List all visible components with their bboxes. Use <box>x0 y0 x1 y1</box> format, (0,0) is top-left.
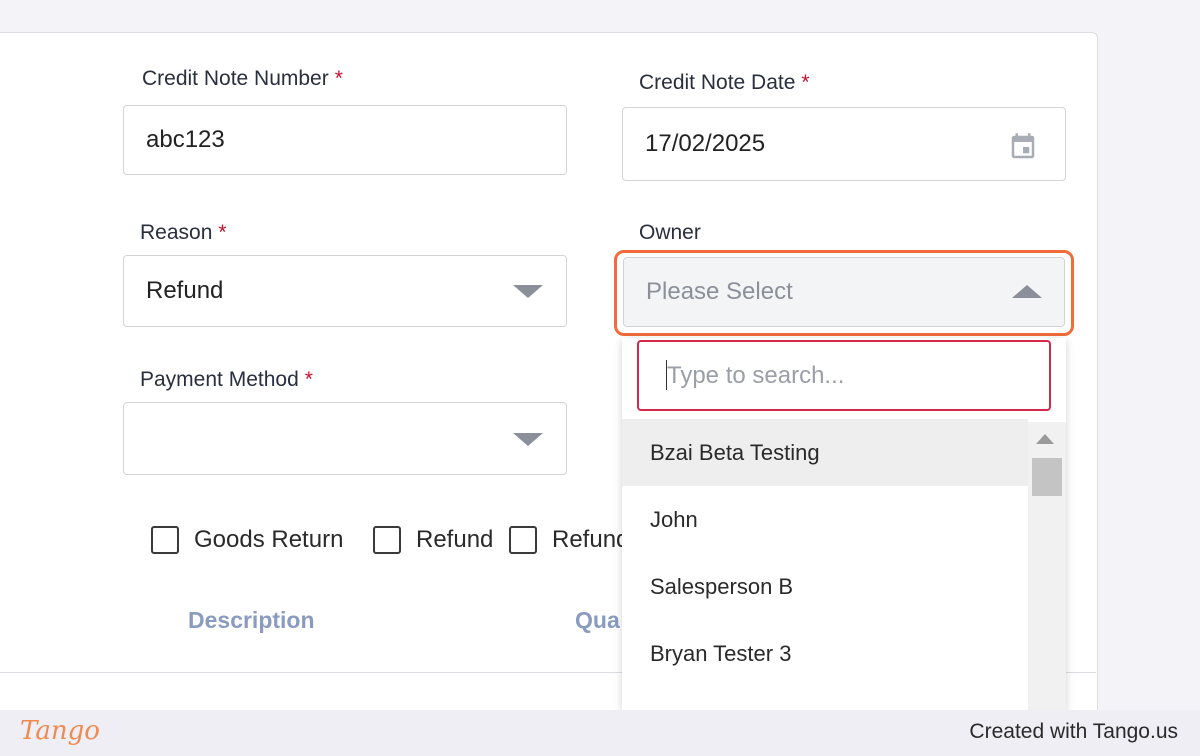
owner-select[interactable]: Please Select <box>623 257 1065 327</box>
goods-return-label: Goods Return <box>194 526 344 553</box>
refund-label-2: Refund <box>552 526 622 553</box>
reason-value: Refund <box>146 277 224 304</box>
credit-note-number-input[interactable]: abc123 <box>123 105 567 175</box>
owner-option[interactable]: Bryan Tester 3 <box>622 620 1028 687</box>
owner-option[interactable]: Bzai Beta Testing <box>622 419 1028 486</box>
owner-search-input[interactable]: Type to search... <box>637 340 1051 411</box>
reason-label: Reason * <box>140 221 227 245</box>
required-marker: * <box>334 67 343 90</box>
credit-note-number-value: abc123 <box>146 126 225 153</box>
owner-placeholder: Please Select <box>646 278 793 305</box>
column-header-description[interactable]: Description <box>188 607 315 634</box>
chevron-up-icon <box>1012 285 1042 298</box>
chevron-down-icon <box>513 433 543 446</box>
reason-select[interactable]: Refund <box>123 255 567 327</box>
credit-note-number-label: Credit Note Number * <box>142 67 343 91</box>
refund-checkbox-2[interactable] <box>509 526 537 554</box>
reason-label-text: Reason <box>140 221 213 244</box>
created-with-text: Created with Tango.us <box>969 720 1178 743</box>
calendar-icon[interactable] <box>1008 132 1038 162</box>
credit-note-number-label-text: Credit Note Number <box>142 67 329 90</box>
text-cursor <box>666 360 667 390</box>
refund-checkbox[interactable] <box>373 526 401 554</box>
required-marker: * <box>218 221 227 244</box>
owner-dropdown: Type to search... Bzai Beta Testing John… <box>622 338 1066 710</box>
owner-label-text: Owner <box>639 221 701 244</box>
column-header-quantity[interactable]: Qua <box>575 607 620 634</box>
credit-note-date-label-text: Credit Note Date <box>639 71 796 94</box>
payment-method-label-text: Payment Method <box>140 368 299 391</box>
payment-method-label: Payment Method * <box>140 368 313 392</box>
credit-note-date-label: Credit Note Date * <box>639 71 810 95</box>
owner-option[interactable]: John <box>622 486 1028 553</box>
scrollbar-thumb[interactable] <box>1032 458 1062 496</box>
credit-note-date-value: 17/02/2025 <box>645 130 766 157</box>
goods-return-checkbox[interactable] <box>151 526 179 554</box>
scroll-up-arrow-icon[interactable] <box>1036 434 1054 444</box>
credit-note-date-input[interactable]: 17/02/2025 <box>622 107 1066 181</box>
required-marker: * <box>304 368 313 391</box>
tango-logo: Tango <box>20 716 100 746</box>
search-placeholder: Type to search... <box>667 361 845 389</box>
refund-label: Refund <box>416 526 494 553</box>
owner-label: Owner <box>639 221 701 245</box>
payment-method-select[interactable] <box>123 402 567 475</box>
required-marker: * <box>801 71 810 94</box>
owner-option[interactable]: Salesperson B <box>622 553 1028 620</box>
chevron-down-icon <box>513 285 543 298</box>
